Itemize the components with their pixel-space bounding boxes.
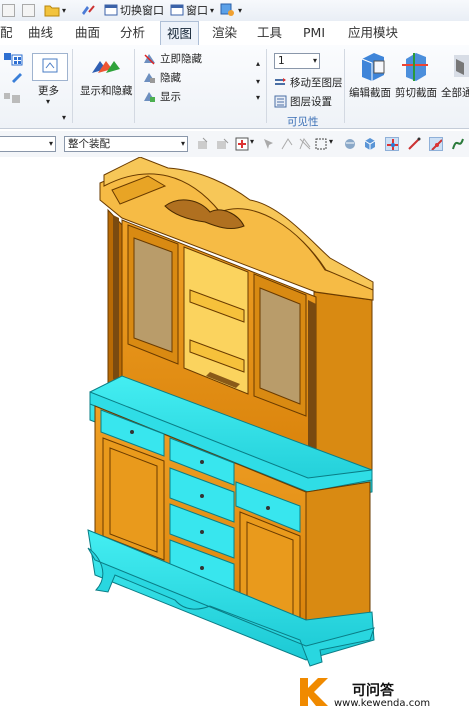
snap-dropdown-chevron-icon[interactable]: ▾ <box>250 137 254 146</box>
selection-toolbar: ▾ 整个装配 ▾ ▾ ▾ <box>0 131 469 158</box>
window-label: 窗口 <box>186 4 208 17</box>
paste-icon[interactable] <box>22 2 35 18</box>
show-hide-button[interactable]: 显示和隐藏 <box>80 83 133 98</box>
move-to-layer-button[interactable]: 移动至图层 <box>274 75 343 90</box>
more-dropdown-chevron-icon[interactable]: ▾ <box>46 97 50 106</box>
all-pass-button[interactable]: 全部通 <box>441 85 469 100</box>
tab-assembly[interactable]: 配 <box>0 21 13 44</box>
quick-access-toolbar: ▾ 切换窗口 窗口 ▾ ▾ <box>0 0 469 22</box>
window-button[interactable]: 窗口 ▾ <box>170 2 214 18</box>
ribbon-tab-bar: 配 曲线 曲面 分析 视图 渲染 工具 PMI 应用模块 <box>0 21 469 46</box>
immediate-hide-icon <box>144 54 155 65</box>
type-filter-select[interactable]: ▾ <box>0 136 56 152</box>
show-icon <box>144 92 155 102</box>
selection-scope-value: 整个装配 <box>68 138 110 150</box>
edit-section-icon <box>361 53 385 81</box>
window-icon <box>170 4 184 16</box>
watermark-url: www.kewenda.com <box>334 698 431 709</box>
clip-section-icon <box>402 53 428 81</box>
chevron-down-icon: ▾ <box>180 139 185 148</box>
select-body-icon[interactable] <box>343 137 357 151</box>
group-expand-icon[interactable]: ▾ <box>62 113 66 122</box>
tab-analysis[interactable]: 分析 <box>120 21 145 44</box>
tab-render[interactable]: 渲染 <box>212 21 237 44</box>
select-point-icon[interactable] <box>385 137 399 151</box>
select-face-icon[interactable] <box>429 137 443 151</box>
watermark-title: 可问答 <box>352 683 394 699</box>
touch-mode-icon[interactable]: ▾ <box>220 2 242 18</box>
lasso-icon[interactable] <box>298 137 312 151</box>
layer-value: 1 <box>278 55 285 67</box>
chevron-down-icon: ▾ <box>312 56 317 65</box>
tab-curve[interactable]: 曲线 <box>28 21 53 44</box>
copy-icon[interactable] <box>2 2 15 18</box>
select-dropdown-chevron-icon[interactable]: ▾ <box>329 137 333 146</box>
open-folder-icon[interactable]: ▾ <box>44 2 66 18</box>
more-button[interactable]: 更多 <box>38 83 59 98</box>
tab-application-modules[interactable]: 应用模块 <box>348 21 398 44</box>
tab-tools[interactable]: 工具 <box>257 21 282 44</box>
chevron-down-icon: ▾ <box>48 139 53 148</box>
move-to-layer-icon <box>275 78 286 85</box>
show-hide-icon <box>92 61 120 73</box>
select-arrow-icon[interactable] <box>262 137 276 151</box>
layer-select[interactable]: 1 ▾ <box>274 53 320 69</box>
graphics-window[interactable]: 可问答 www.kewenda.com <box>0 156 469 720</box>
watermark-logo-icon <box>300 678 328 706</box>
select-curve-icon[interactable] <box>451 137 465 151</box>
switch-window-button[interactable]: 切换窗口 <box>104 2 164 18</box>
hide-label: 隐藏 <box>160 72 181 84</box>
hide-icon <box>144 73 155 83</box>
scroll-down-icon[interactable]: ▾ <box>256 77 260 86</box>
snap-point-icon[interactable] <box>235 137 249 151</box>
clip-section-button[interactable]: 剪切截面 <box>395 85 437 100</box>
layer-settings-label: 图层设置 <box>290 96 332 108</box>
tab-pmi[interactable]: PMI <box>303 21 325 44</box>
edit-section-button[interactable]: 编辑截面 <box>349 85 391 100</box>
tab-view[interactable]: 视图 <box>160 21 200 45</box>
move-to-layer-label: 移动至图层 <box>290 77 343 89</box>
rectangle-select-icon[interactable] <box>314 137 328 151</box>
select-feature-icon[interactable] <box>216 137 230 151</box>
immediate-hide-label: 立即隐藏 <box>160 53 202 65</box>
layer-settings-button[interactable]: 图层设置 <box>274 94 332 109</box>
scroll-more-icon[interactable]: ▾ <box>256 93 260 102</box>
visibility-group-caption: 可见性 <box>287 116 319 128</box>
more-views-icon[interactable] <box>32 53 68 81</box>
select-chain-icon[interactable] <box>280 137 294 151</box>
all-pass-icon <box>454 55 469 77</box>
selection-scope-select[interactable]: 整个装配 ▾ <box>64 136 188 152</box>
view-small-icons[interactable] <box>2 51 24 107</box>
select-solid-icon[interactable] <box>363 137 377 151</box>
cabinet-3d-model[interactable] <box>0 156 469 720</box>
switch-window-icon <box>104 4 118 16</box>
scroll-up-icon[interactable]: ▴ <box>256 59 260 68</box>
layer-settings-icon <box>274 95 287 108</box>
select-component-icon[interactable] <box>197 137 211 151</box>
show-label: 显示 <box>160 91 181 103</box>
select-edge-icon[interactable] <box>407 137 421 151</box>
show-button[interactable]: 显示 <box>143 89 181 104</box>
hide-button[interactable]: 隐藏 <box>143 70 181 85</box>
tab-surface[interactable]: 曲面 <box>75 21 100 44</box>
switch-window-label: 切换窗口 <box>120 4 164 17</box>
ribbon-panel: 更多 ▾ ▾ 显示和隐藏 立即隐藏 隐藏 显示 ▴ ▾ ▾ 1 ▾ 移动至图层 图… <box>0 45 469 129</box>
link-icon[interactable] <box>80 2 96 18</box>
immediate-hide-button[interactable]: 立即隐藏 <box>143 51 202 66</box>
